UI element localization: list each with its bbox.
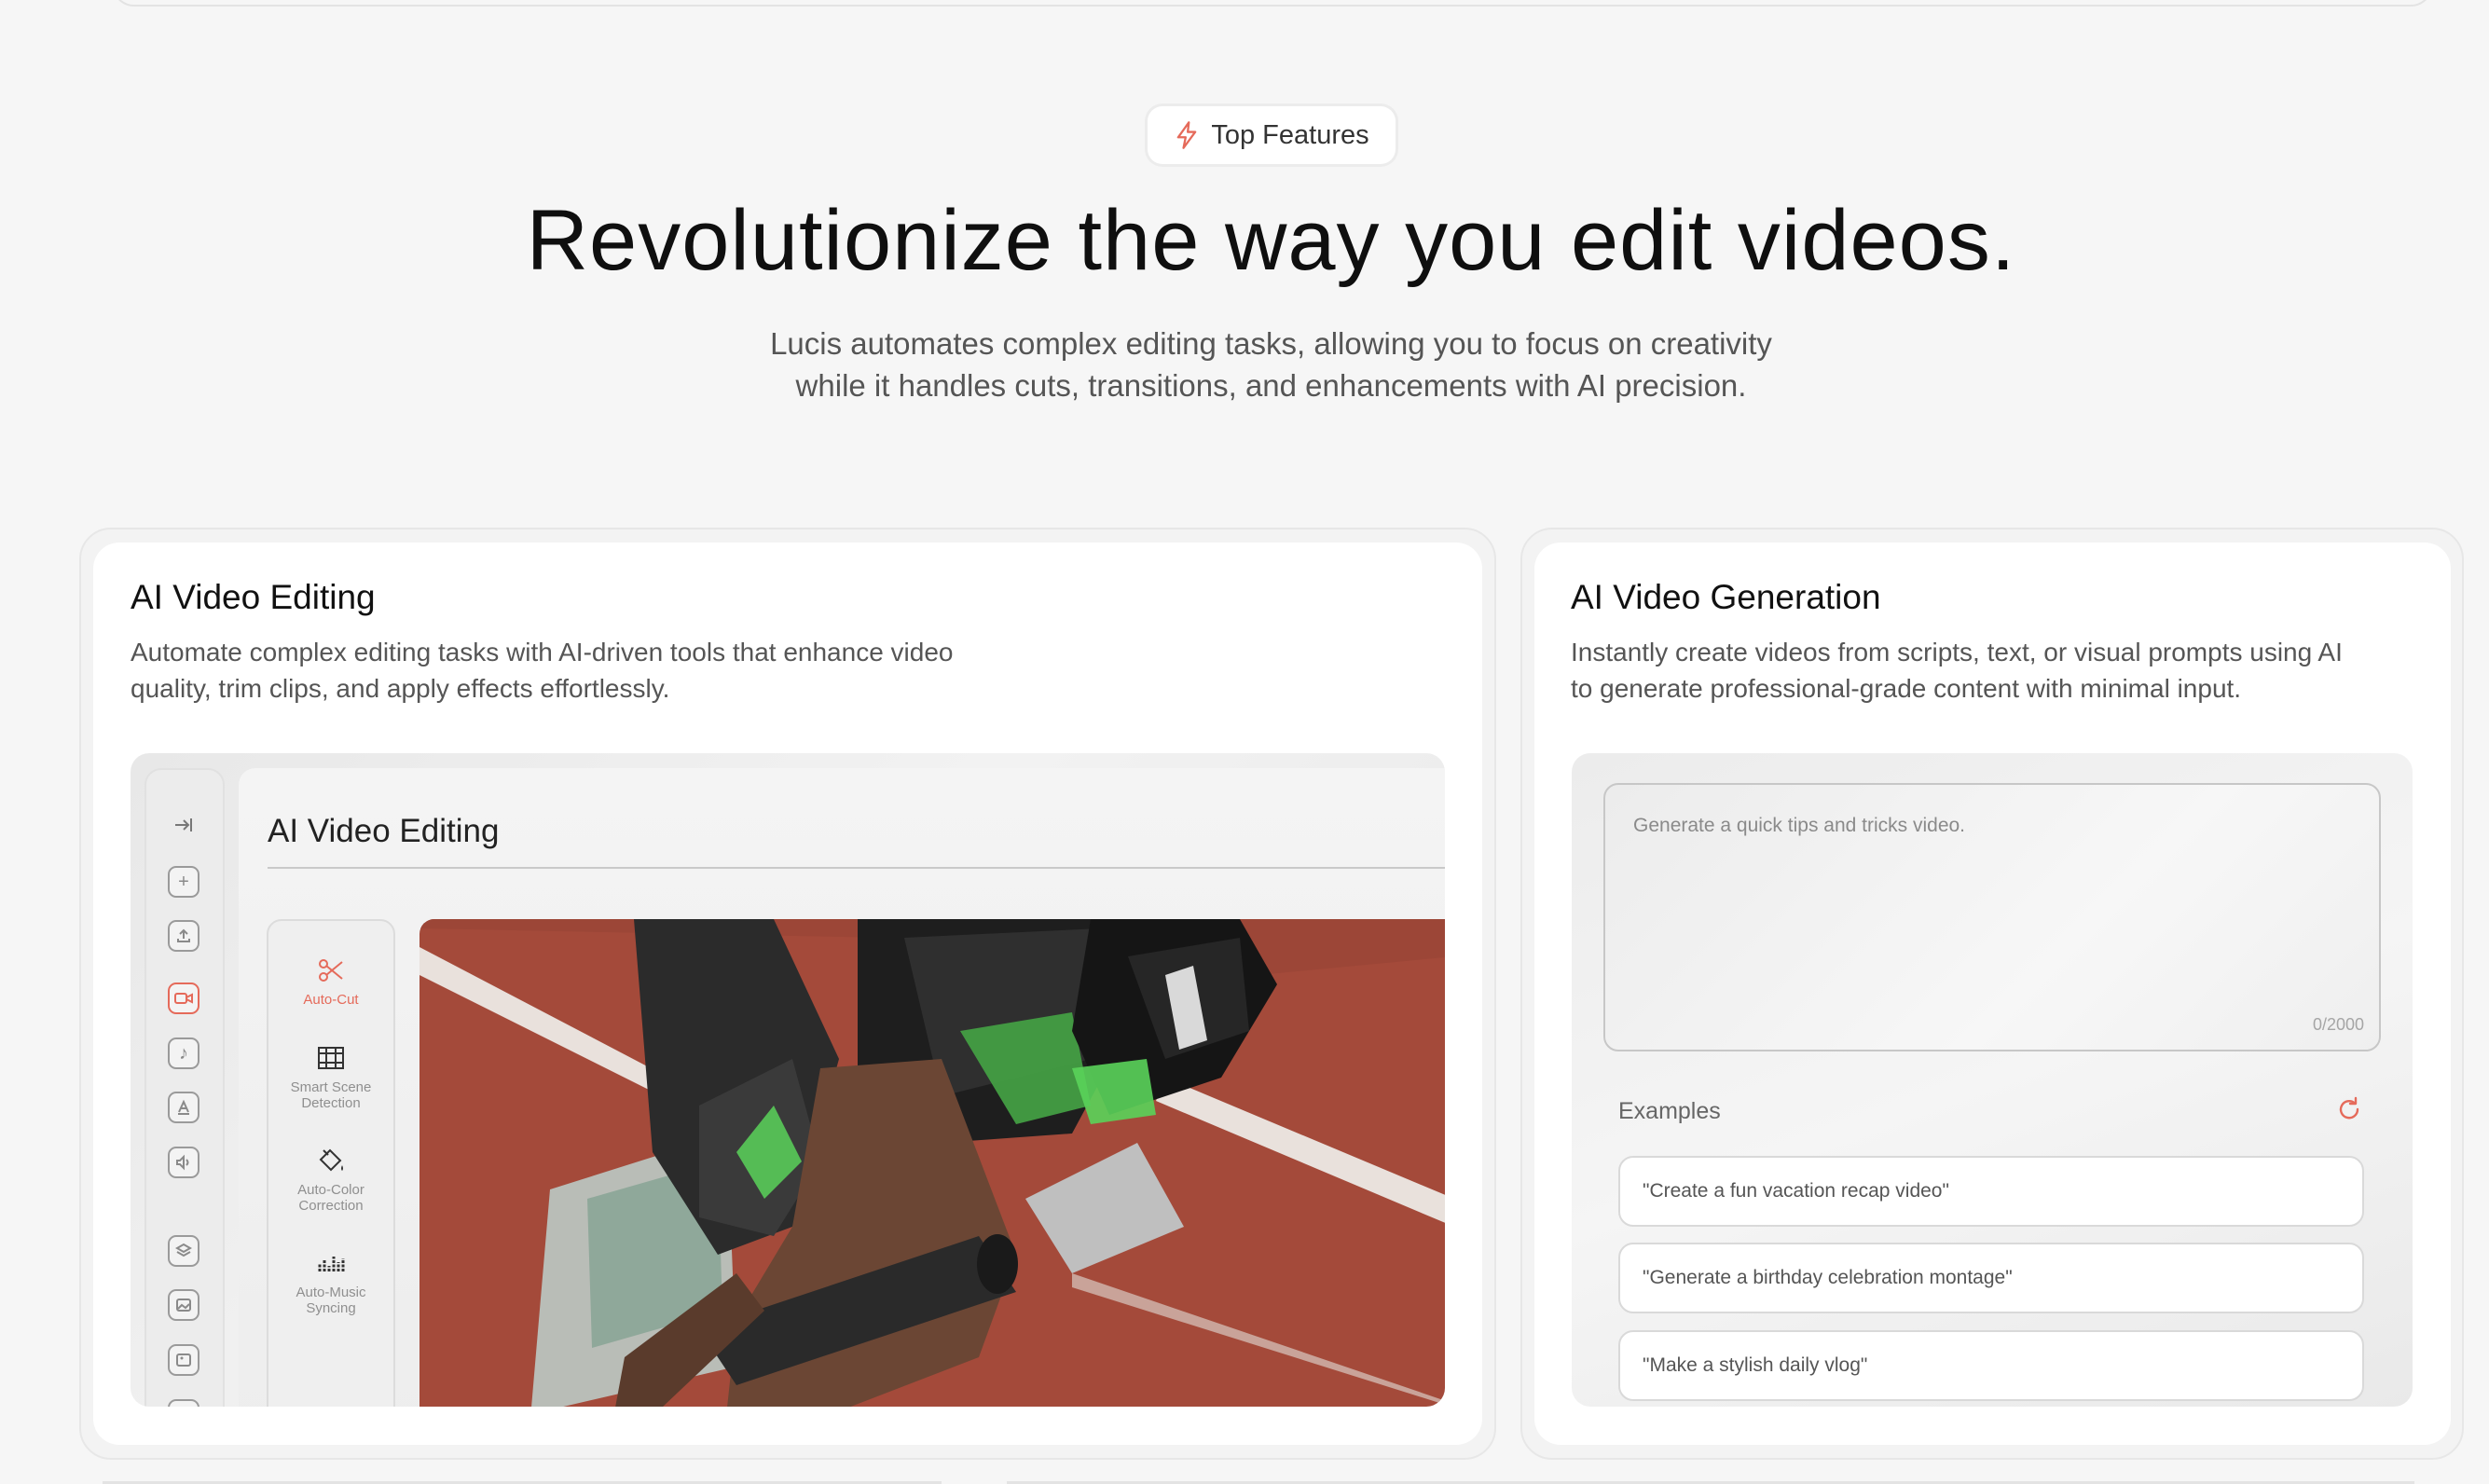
generation-desc-line-1: Instantly create videos from scripts, te…: [1571, 638, 2343, 666]
badge-label: Top Features: [1211, 119, 1369, 150]
ai-tools-column: Auto-Cut Smart Scene Detection Auto-Colo…: [267, 919, 395, 1407]
text-icon[interactable]: [168, 1092, 199, 1123]
hero-subtitle: Lucis automates complex editing tasks, a…: [653, 323, 1890, 406]
lightning-icon: [1177, 121, 1197, 149]
previous-section-frame: [112, 0, 2433, 7]
generation-card-title: AI Video Generation: [1571, 578, 1881, 616]
paint-bucket-icon: [319, 1148, 343, 1172]
example-prompt-3[interactable]: "Make a stylish daily vlog": [1618, 1330, 2364, 1401]
music-icon[interactable]: ♪: [168, 1037, 199, 1069]
editing-card-description: Automate complex editing tasks with AI-d…: [131, 634, 954, 707]
auto-color-label-1: Auto-Color: [297, 1182, 364, 1198]
scissors-icon: [319, 959, 343, 982]
prompt-placeholder: Generate a quick tips and tricks video.: [1633, 815, 1966, 836]
auto-music-syncing-tool[interactable]: Auto-Music Syncing: [268, 1247, 393, 1316]
auto-music-label-1: Auto-Music: [296, 1285, 366, 1300]
refresh-icon[interactable]: [2334, 1094, 2364, 1124]
prompt-input[interactable]: Generate a quick tips and tricks video. …: [1603, 783, 2381, 1051]
more-icon[interactable]: [168, 1399, 199, 1407]
smart-scene-label-1: Smart Scene: [290, 1079, 372, 1095]
gallery-icon[interactable]: [168, 1344, 199, 1376]
generation-desc-line-2: to generate professional-grade content w…: [1571, 674, 2242, 703]
collapse-icon[interactable]: [168, 809, 199, 841]
video-icon[interactable]: [168, 982, 199, 1014]
editor-side-rail: + ♪: [144, 768, 225, 1407]
auto-cut-tool[interactable]: Auto-Cut: [268, 955, 393, 1008]
editing-desc-line-1: Automate complex editing tasks with AI-d…: [131, 638, 954, 666]
plus-icon[interactable]: +: [168, 866, 199, 898]
video-generation-preview: Generate a quick tips and tricks video. …: [1572, 753, 2413, 1407]
film-grid-icon: [318, 1047, 344, 1069]
editing-card-title: AI Video Editing: [131, 578, 376, 616]
example-prompt-1[interactable]: "Create a fun vacation recap video": [1618, 1156, 2364, 1227]
hero-subtitle-line-1: Lucis automates complex editing tasks, a…: [770, 326, 1772, 361]
auto-color-label-2: Correction: [298, 1198, 364, 1214]
auto-color-correction-tool[interactable]: Auto-Color Correction: [268, 1145, 393, 1214]
editor-title: AI Video Editing: [268, 813, 500, 849]
auto-cut-label: Auto-Cut: [303, 992, 359, 1008]
video-editor-preview: + ♪ AI Video Editing Auto-Cut Smart Scen…: [131, 753, 1445, 1407]
hero-title: Revolutionize the way you edit videos.: [526, 193, 2016, 288]
auto-music-label-2: Syncing: [306, 1300, 356, 1316]
layers-icon[interactable]: [168, 1235, 199, 1267]
smart-scene-detection-tool[interactable]: Smart Scene Detection: [268, 1042, 393, 1111]
editor-divider: [268, 867, 1445, 869]
prompt-character-count: 0/2000: [2312, 1015, 2364, 1034]
smart-scene-label-2: Detection: [301, 1095, 361, 1111]
equalizer-icon: [318, 1257, 345, 1271]
generation-card-description: Instantly create videos from scripts, te…: [1571, 634, 2343, 707]
example-prompt-2[interactable]: "Generate a birthday celebration montage…: [1618, 1243, 2364, 1313]
editing-desc-line-2: quality, trim clips, and apply effects e…: [131, 674, 670, 703]
top-features-badge: Top Features: [1148, 106, 1396, 164]
image-icon[interactable]: [168, 1289, 199, 1321]
upload-icon[interactable]: [168, 920, 199, 952]
video-preview-image: [419, 919, 1445, 1407]
audio-icon[interactable]: [168, 1147, 199, 1178]
examples-label: Examples: [1618, 1098, 1721, 1124]
hero-subtitle-line-2: while it handles cuts, transitions, and …: [795, 368, 1747, 403]
